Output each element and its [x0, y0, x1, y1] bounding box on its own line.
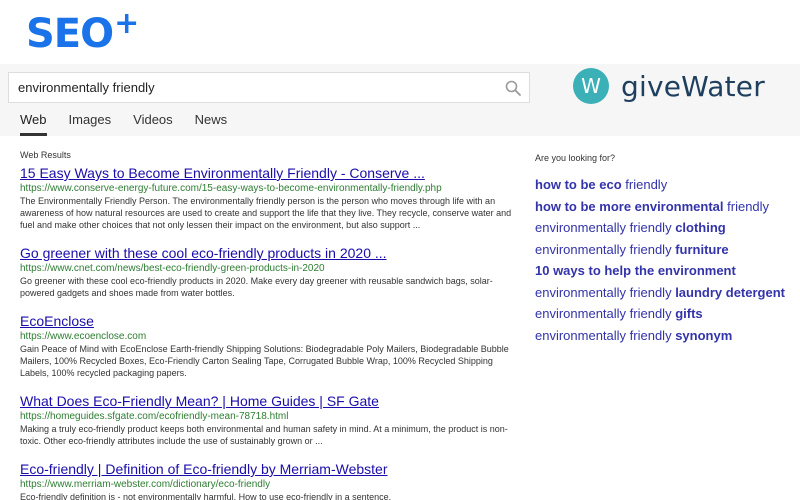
- result-item: 15 Easy Ways to Become Environmentally F…: [20, 165, 520, 231]
- search-header: Web Images Videos News W giveWater: [0, 64, 800, 136]
- result-title-link[interactable]: EcoEnclose: [20, 313, 520, 330]
- suggestions-heading: Are you looking for?: [535, 153, 616, 163]
- suggestion-bold: 10 ways to help the environment: [535, 263, 736, 278]
- search-icon[interactable]: [505, 80, 521, 96]
- suggestion-item[interactable]: 10 ways to help the environment: [535, 260, 800, 282]
- result-snippet: Making a truly eco-friendly product keep…: [20, 424, 508, 446]
- result-item: EcoEnclose https://www.ecoenclose.com Ga…: [20, 313, 520, 379]
- result-url: https://www.cnet.com/news/best-eco-frien…: [20, 263, 325, 274]
- suggestion-text: friendly: [723, 198, 770, 214]
- seo-logo-plus: +: [114, 6, 139, 41]
- result-title-link[interactable]: 15 Easy Ways to Become Environmentally F…: [20, 165, 520, 182]
- result-item: What Does Eco-Friendly Mean? | Home Guid…: [20, 393, 520, 447]
- suggestion-item[interactable]: environmentally friendly clothing: [535, 217, 800, 239]
- results-list: 15 Easy Ways to Become Environmentally F…: [20, 165, 520, 500]
- result-url: https://www.ecoenclose.com: [20, 331, 147, 342]
- result-snippet: Eco-friendly definition is - not environ…: [20, 492, 392, 500]
- suggestion-bold: how to be eco: [535, 177, 622, 192]
- result-title-link[interactable]: Eco-friendly | Definition of Eco-friendl…: [20, 461, 520, 478]
- result-snippet: Gain Peace of Mind with EcoEnclose Earth…: [20, 344, 509, 378]
- suggestion-text: environmentally friendly: [535, 220, 676, 235]
- suggestion-bold: clothing: [675, 220, 726, 235]
- search-input[interactable]: [18, 73, 498, 102]
- suggestion-bold: how to be more environmental: [535, 198, 724, 214]
- suggestion-text: friendly: [621, 177, 668, 192]
- result-url: https://www.conserve-energy-future.com/1…: [20, 183, 442, 194]
- givewater-logo-mark: W: [573, 68, 609, 104]
- result-title-link[interactable]: What Does Eco-Friendly Mean? | Home Guid…: [20, 393, 520, 410]
- givewater-logo-letter: W: [581, 74, 601, 98]
- suggestion-item[interactable]: environmentally friendly gifts: [535, 303, 800, 325]
- suggestion-bold: gifts: [675, 306, 703, 321]
- suggestion-text: environmentally friendly: [535, 241, 676, 257]
- suggestion-item[interactable]: how to be eco friendly: [535, 174, 800, 196]
- suggestion-item[interactable]: environmentally friendly synonym: [535, 325, 800, 347]
- suggestion-bold: furniture: [675, 241, 729, 257]
- result-item: Eco-friendly | Definition of Eco-friendl…: [20, 461, 520, 500]
- search-page: SEO+ Web Images Videos News W giveWater …: [0, 0, 800, 500]
- result-snippet: The Environmentally Friendly Person. The…: [20, 196, 512, 230]
- brand-bar: SEO+: [0, 0, 800, 64]
- result-snippet: Go greener with these cool eco-friendly …: [20, 276, 493, 298]
- search-tabs: Web Images Videos News: [20, 112, 249, 136]
- tab-images[interactable]: Images: [69, 112, 112, 136]
- result-url: https://www.merriam-webster.com/dictiona…: [20, 479, 271, 490]
- suggestion-bold: laundry detergent: [675, 284, 785, 300]
- suggestion-text: environmentally friendly: [535, 284, 676, 300]
- seo-logo-text: SEO: [26, 11, 114, 57]
- suggestion-item[interactable]: environmentally friendly laundry deterge…: [535, 282, 800, 304]
- suggestions-list: how to be eco friendly how to be more en…: [535, 174, 800, 346]
- tab-news[interactable]: News: [195, 112, 228, 136]
- result-item: Go greener with these cool eco-friendly …: [20, 245, 520, 299]
- givewater-logo-text: giveWater: [621, 69, 765, 103]
- suggestion-item[interactable]: how to be more environmental friendly: [535, 196, 800, 218]
- givewater-logo[interactable]: W giveWater: [573, 68, 765, 104]
- suggestion-text: environmentally friendly: [535, 327, 676, 343]
- search-box: [8, 72, 530, 103]
- suggestion-item[interactable]: environmentally friendly furniture: [535, 239, 800, 261]
- tab-videos[interactable]: Videos: [133, 112, 173, 136]
- suggestion-bold: synonym: [675, 327, 733, 343]
- result-title-link[interactable]: Go greener with these cool eco-friendly …: [20, 245, 520, 262]
- result-url: https://homeguides.sfgate.com/ecofriendl…: [20, 411, 289, 422]
- results-heading: Web Results: [20, 150, 71, 160]
- tab-web[interactable]: Web: [20, 112, 47, 136]
- seo-logo[interactable]: SEO+: [26, 6, 139, 58]
- suggestion-text: environmentally friendly: [535, 306, 676, 321]
